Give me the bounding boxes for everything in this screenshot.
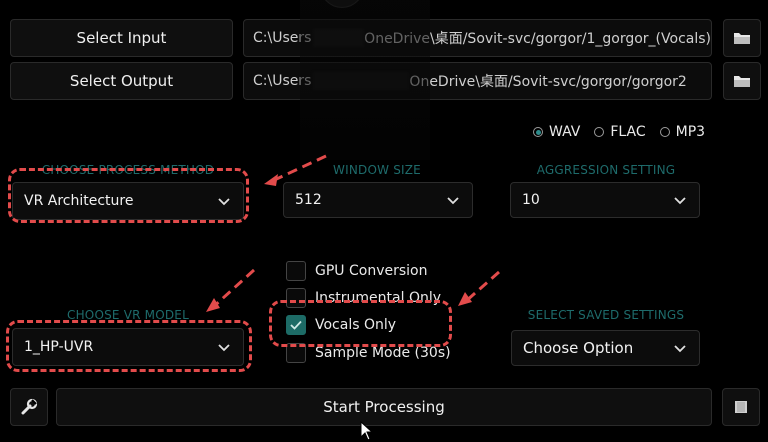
stop-button[interactable] (722, 388, 760, 426)
arrow-annotation-process-method (264, 154, 327, 186)
format-label-mp3: MP3 (675, 124, 706, 140)
redaction-overlay (300, 0, 430, 160)
aggression-value: 10 (522, 192, 540, 208)
output-path-suffix: OneDrive\桌面/Sovit-svc/gorgor/gorgor2 (409, 74, 687, 90)
format-label-wav: WAV (549, 124, 581, 140)
cursor-icon (360, 421, 374, 441)
saved-settings-value: Choose Option (523, 339, 634, 357)
settings-button[interactable] (10, 388, 48, 426)
arrow-annotation-vocals-only (458, 270, 500, 306)
select-output-button[interactable]: Select Output (10, 62, 233, 100)
chevron-down-icon (674, 197, 686, 205)
aggression-label: AGGRESSION SETTING (536, 163, 676, 177)
format-option-wav[interactable]: WAV (533, 124, 580, 140)
annotation-box-process-method (8, 168, 249, 223)
arrow-annotation-vr-model (206, 268, 256, 312)
format-label-flac: FLAC (610, 124, 646, 140)
start-processing-button[interactable]: Start Processing (56, 388, 712, 426)
gpu-conversion-label: GPU Conversion (315, 263, 428, 279)
wrench-icon (21, 398, 38, 415)
input-folder-button[interactable] (723, 19, 761, 57)
folder-icon (734, 33, 750, 44)
radio-wav[interactable] (533, 127, 543, 137)
gpu-conversion-option[interactable]: GPU Conversion (286, 261, 427, 281)
select-input-button[interactable]: Select Input (10, 19, 233, 57)
folder-icon (734, 76, 750, 87)
aggression-dropdown[interactable]: 10 (510, 182, 700, 218)
stop-icon (735, 401, 747, 413)
radio-flac[interactable] (594, 127, 605, 137)
radio-mp3[interactable] (659, 127, 670, 137)
output-folder-button[interactable] (723, 62, 761, 100)
saved-settings-label: SELECT SAVED SETTINGS (527, 308, 685, 322)
chevron-down-icon (674, 345, 686, 353)
annotation-box-vr-model (6, 320, 252, 372)
chevron-down-icon (447, 197, 459, 205)
sample-mode-label: Sample Mode (30s) (315, 345, 451, 361)
format-radio-group: WAV FLAC MP3 (533, 124, 705, 140)
window-size-value: 512 (295, 192, 322, 208)
format-option-flac[interactable]: FLAC (594, 124, 646, 140)
annotation-box-vocals-only (269, 300, 452, 347)
gpu-conversion-checkbox[interactable] (286, 261, 306, 281)
format-option-mp3[interactable]: MP3 (659, 124, 706, 140)
saved-settings-dropdown[interactable]: Choose Option (511, 330, 700, 366)
